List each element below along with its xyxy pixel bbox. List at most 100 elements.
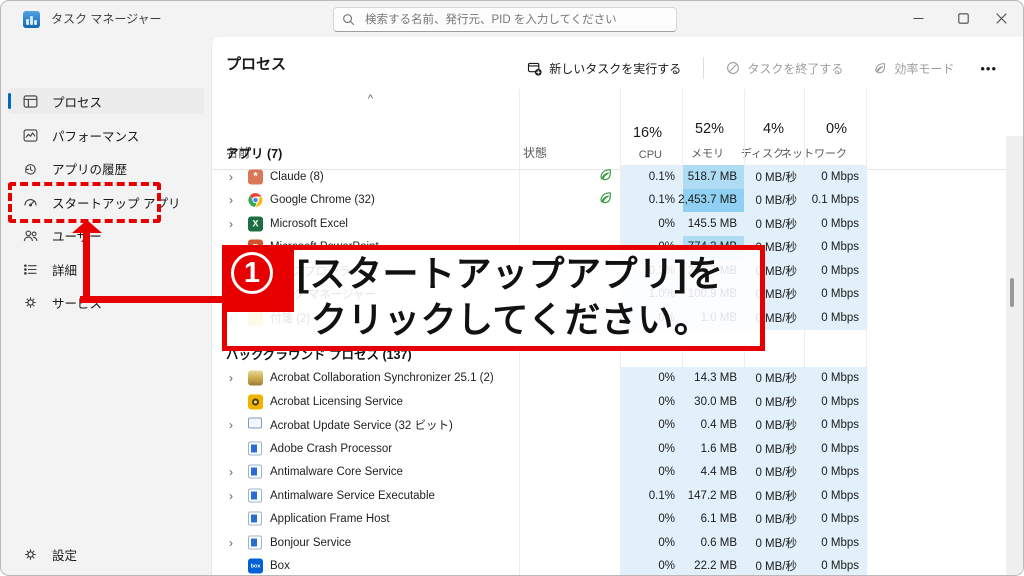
services-icon (21, 293, 39, 311)
process-name: Acrobat Collaboration Synchronizer 25.1 … (270, 367, 494, 391)
scrollbar-thumb[interactable] (1010, 278, 1014, 307)
network-value: 0 Mbps (805, 555, 866, 576)
selected-accent-pill (8, 93, 11, 109)
expand-chevron-icon[interactable]: › (229, 484, 233, 508)
end-task-button[interactable]: タスクを終了する (718, 56, 851, 81)
cpu-value: 0.1% (621, 165, 682, 189)
disk-value: 0 MB/秒 (745, 165, 804, 189)
search-icon (342, 13, 355, 26)
acrobat-license-icon (248, 394, 263, 409)
table-row[interactable]: Acrobat Licensing Service0%30.0 MB0 MB/秒… (222, 390, 866, 414)
network-value: 0 Mbps (805, 461, 866, 485)
table-row[interactable]: › Acrobat Collaboration Synchronizer 25.1… (222, 367, 866, 391)
expand-chevron-icon[interactable]: › (229, 212, 233, 236)
table-row[interactable]: ›Antimalware Core Service0%4.4 MB0 MB/秒0… (222, 461, 866, 485)
cpu-value: 0% (621, 212, 682, 236)
gear-icon (21, 545, 39, 563)
close-button[interactable] (980, 1, 1022, 36)
cpu-value: 0% (621, 508, 682, 532)
leaf-icon (873, 61, 887, 75)
page-title: プロセス (226, 53, 286, 74)
table-row[interactable]: ›Google Chrome (32)0.1%2,453.7 MB0 MB/秒0… (222, 189, 866, 213)
more-options-button[interactable]: ••• (976, 61, 1001, 76)
window-outline-icon (248, 418, 263, 433)
network-value: 0 Mbps (805, 390, 866, 414)
table-row[interactable]: Application Frame Host0%6.1 MB0 MB/秒0 Mb… (222, 508, 866, 532)
expand-chevron-icon[interactable]: › (229, 531, 233, 555)
generic-app-icon (248, 535, 263, 550)
disk-value: 0 MB/秒 (745, 212, 804, 236)
disk-value: 0 MB/秒 (745, 508, 804, 532)
sidebar-item-processes[interactable]: プロセス (8, 88, 204, 114)
annotation-text-line2: クリックしてください。 (311, 297, 710, 343)
efficiency-leaf-icon (598, 167, 613, 187)
annotation-arrow-horizontal (80, 296, 227, 303)
network-value: 0 Mbps (805, 531, 866, 555)
process-name: Bonjour Service (270, 531, 351, 555)
cpu-value: 0.1% (621, 189, 682, 213)
table-row[interactable]: boxBox0%22.2 MB0 MB/秒0 Mbps (222, 555, 866, 576)
table-row[interactable]: ›Bonjour Service0%0.6 MB0 MB/秒0 Mbps (222, 531, 866, 555)
expand-chevron-icon[interactable]: › (229, 189, 233, 213)
sidebar-item-label: アプリの履歴 (52, 159, 127, 178)
maximize-button[interactable] (942, 1, 984, 36)
scrollbar-track[interactable] (1006, 136, 1023, 575)
cpu-value: 0% (621, 390, 682, 414)
table-row[interactable]: ›Acrobat Update Service (32 ビット)0%0.4 MB… (222, 414, 866, 438)
memory-value: 6.1 MB (683, 508, 744, 532)
generic-app-icon (248, 488, 263, 503)
end-task-label: タスクを終了する (747, 60, 843, 77)
memory-value: 4.4 MB (683, 461, 744, 485)
disk-value: 0 MB/秒 (745, 555, 804, 576)
annotation-callout: 1 [スタートアップアプリ]を クリックしてください。 (222, 245, 765, 351)
sidebar-item-users[interactable]: ユーザー (8, 222, 204, 248)
network-value: 0 Mbps (805, 236, 866, 260)
network-value: 0 Mbps (805, 367, 866, 391)
sidebar-item-label: 詳細 (52, 260, 77, 279)
sidebar-item-details[interactable]: 詳細 (8, 256, 204, 282)
screenshot-root: タスク マネージャー プロセスパフォーマンスア (0, 0, 1024, 576)
task-manager-app-icon (23, 11, 40, 28)
annotation-arrow-head (72, 220, 102, 233)
expand-chevron-icon[interactable]: › (229, 367, 233, 391)
memory-value: 147.2 MB (683, 484, 744, 508)
sidebar-item-settings[interactable]: 設定 (8, 541, 204, 567)
network-value: 0 Mbps (805, 437, 866, 461)
window-title: タスク マネージャー (51, 1, 162, 37)
expand-chevron-icon[interactable]: › (229, 461, 233, 485)
disk-value: 0 MB/秒 (745, 531, 804, 555)
new-task-icon (527, 61, 542, 76)
group-label: アプリ (7) (226, 141, 282, 163)
annotation-dashed-highlight (8, 182, 161, 223)
sidebar-item-performance[interactable]: パフォーマンス (8, 122, 204, 148)
process-name: Microsoft Excel (270, 212, 348, 236)
sort-indicator: ^ (222, 93, 519, 105)
users-icon (21, 226, 39, 244)
table-row[interactable]: ›*Claude (8)0.1%518.7 MB0 MB/秒0 Mbps (222, 165, 866, 189)
end-task-icon (726, 61, 740, 75)
search-input[interactable] (363, 13, 668, 27)
box-icon: box (248, 559, 263, 574)
expand-chevron-icon[interactable]: › (229, 165, 233, 189)
table-row[interactable]: ›XMicrosoft Excel0%145.5 MB0 MB/秒0 Mbps (222, 212, 866, 236)
details-icon (21, 260, 39, 278)
expand-chevron-icon[interactable]: › (229, 414, 233, 438)
annotation-arrow-vertical (83, 231, 90, 301)
table-row[interactable]: ›Antimalware Service Executable0.1%147.2… (222, 484, 866, 508)
sidebar-item-app-history[interactable]: アプリの履歴 (8, 155, 204, 181)
sidebar-item-label: 設定 (52, 545, 77, 564)
disk-value: 0 MB/秒 (745, 437, 804, 461)
minimize-button[interactable] (897, 1, 939, 36)
toolbar: 新しいタスクを実行する タスクを終了する 効率モード ••• (519, 53, 1001, 83)
annotation-text-line1: [スタートアップアプリ]を (297, 251, 723, 297)
disk-value: 0 MB/秒 (745, 461, 804, 485)
memory-value: 30.0 MB (683, 390, 744, 414)
memory-value: 14.3 MB (683, 367, 744, 391)
efficiency-mode-button[interactable]: 効率モード (865, 56, 962, 81)
disk-value: 0 MB/秒 (745, 390, 804, 414)
sidebar: プロセスパフォーマンスアプリの履歴スタートアップ アプリユーザー詳細サービス 設… (1, 37, 211, 575)
run-new-task-button[interactable]: 新しいタスクを実行する (519, 56, 689, 81)
search-box[interactable] (333, 7, 677, 32)
group-header-row[interactable]: アプリ (7) (222, 141, 866, 163)
table-row[interactable]: Adobe Crash Processor0%1.6 MB0 MB/秒0 Mbp… (222, 437, 866, 461)
